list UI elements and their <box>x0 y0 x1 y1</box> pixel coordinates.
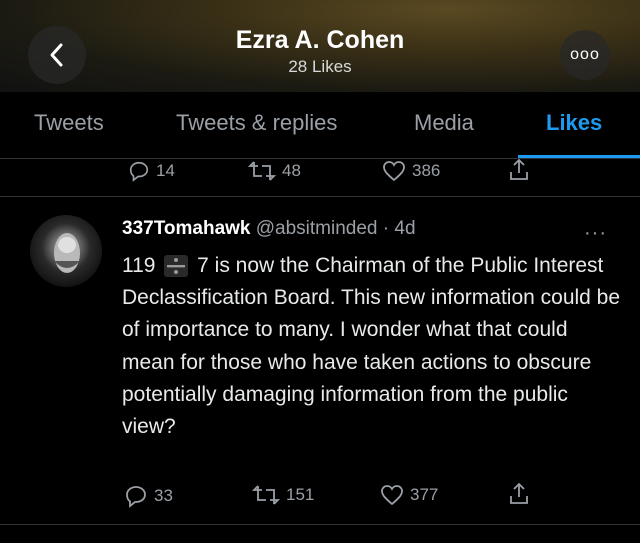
tab-tweets[interactable]: Tweets <box>34 110 104 136</box>
tweet-author-name[interactable]: 337Tomahawk <box>122 218 250 239</box>
reply-count: 33 <box>154 486 173 505</box>
tab-media[interactable]: Media <box>414 110 474 136</box>
share-icon <box>510 482 528 504</box>
tweet-text: 119 7 is now the Chairman of the Public … <box>122 250 622 443</box>
like-button[interactable]: 377 <box>380 484 438 506</box>
tab-likes[interactable]: Likes <box>546 110 602 136</box>
like-button[interactable]: 386 <box>382 160 440 182</box>
division-sign-icon <box>164 255 189 278</box>
share-button[interactable] <box>508 158 530 182</box>
retweet-icon <box>252 485 280 505</box>
more-horizontal-icon: ooo <box>570 46 600 63</box>
retweet-button[interactable]: 48 <box>248 160 301 182</box>
reply-icon <box>126 486 146 508</box>
profile-tabs: Tweets Tweets & replies Media Likes <box>0 92 640 159</box>
share-icon <box>510 158 528 180</box>
tweet-author-handle-time[interactable]: @absitminded · 4d <box>256 218 416 239</box>
tweet-more-button[interactable]: ··· <box>584 222 607 245</box>
reply-icon <box>129 161 149 182</box>
retweet-count: 48 <box>282 161 301 180</box>
like-count: 377 <box>410 485 439 504</box>
retweet-button[interactable]: 151 <box>252 484 314 506</box>
profile-header: Ezra A. Cohen 28 Likes ooo <box>0 0 640 92</box>
tweet-divider <box>0 524 640 525</box>
avatar[interactable] <box>30 215 102 287</box>
retweet-count: 151 <box>286 485 315 504</box>
heart-icon <box>381 485 403 506</box>
tweet-actions: 33 151 377 <box>0 482 640 516</box>
tweet-text-rest: 7 is now the Chairman of the Public Inte… <box>122 254 621 439</box>
like-count: 386 <box>412 161 441 180</box>
reply-button[interactable]: 33 <box>124 484 173 508</box>
likes-count: 28 Likes <box>288 57 352 76</box>
reply-button[interactable]: 14 <box>128 160 175 182</box>
reply-count: 14 <box>156 161 175 180</box>
tab-tweets-replies[interactable]: Tweets & replies <box>176 110 337 136</box>
more-options-button[interactable]: ooo <box>560 30 610 80</box>
tweet-header: 337Tomahawk @absitminded · 4d <box>122 218 416 240</box>
tweet-divider <box>0 196 640 197</box>
profile-name: Ezra A. Cohen <box>235 26 405 54</box>
retweet-icon <box>248 161 276 181</box>
heart-icon <box>383 161 405 182</box>
avatar-image <box>54 233 80 273</box>
share-button[interactable] <box>508 482 530 506</box>
previous-tweet-actions: 14 48 386 <box>0 158 640 192</box>
tweet-text-start: 119 <box>122 254 156 277</box>
